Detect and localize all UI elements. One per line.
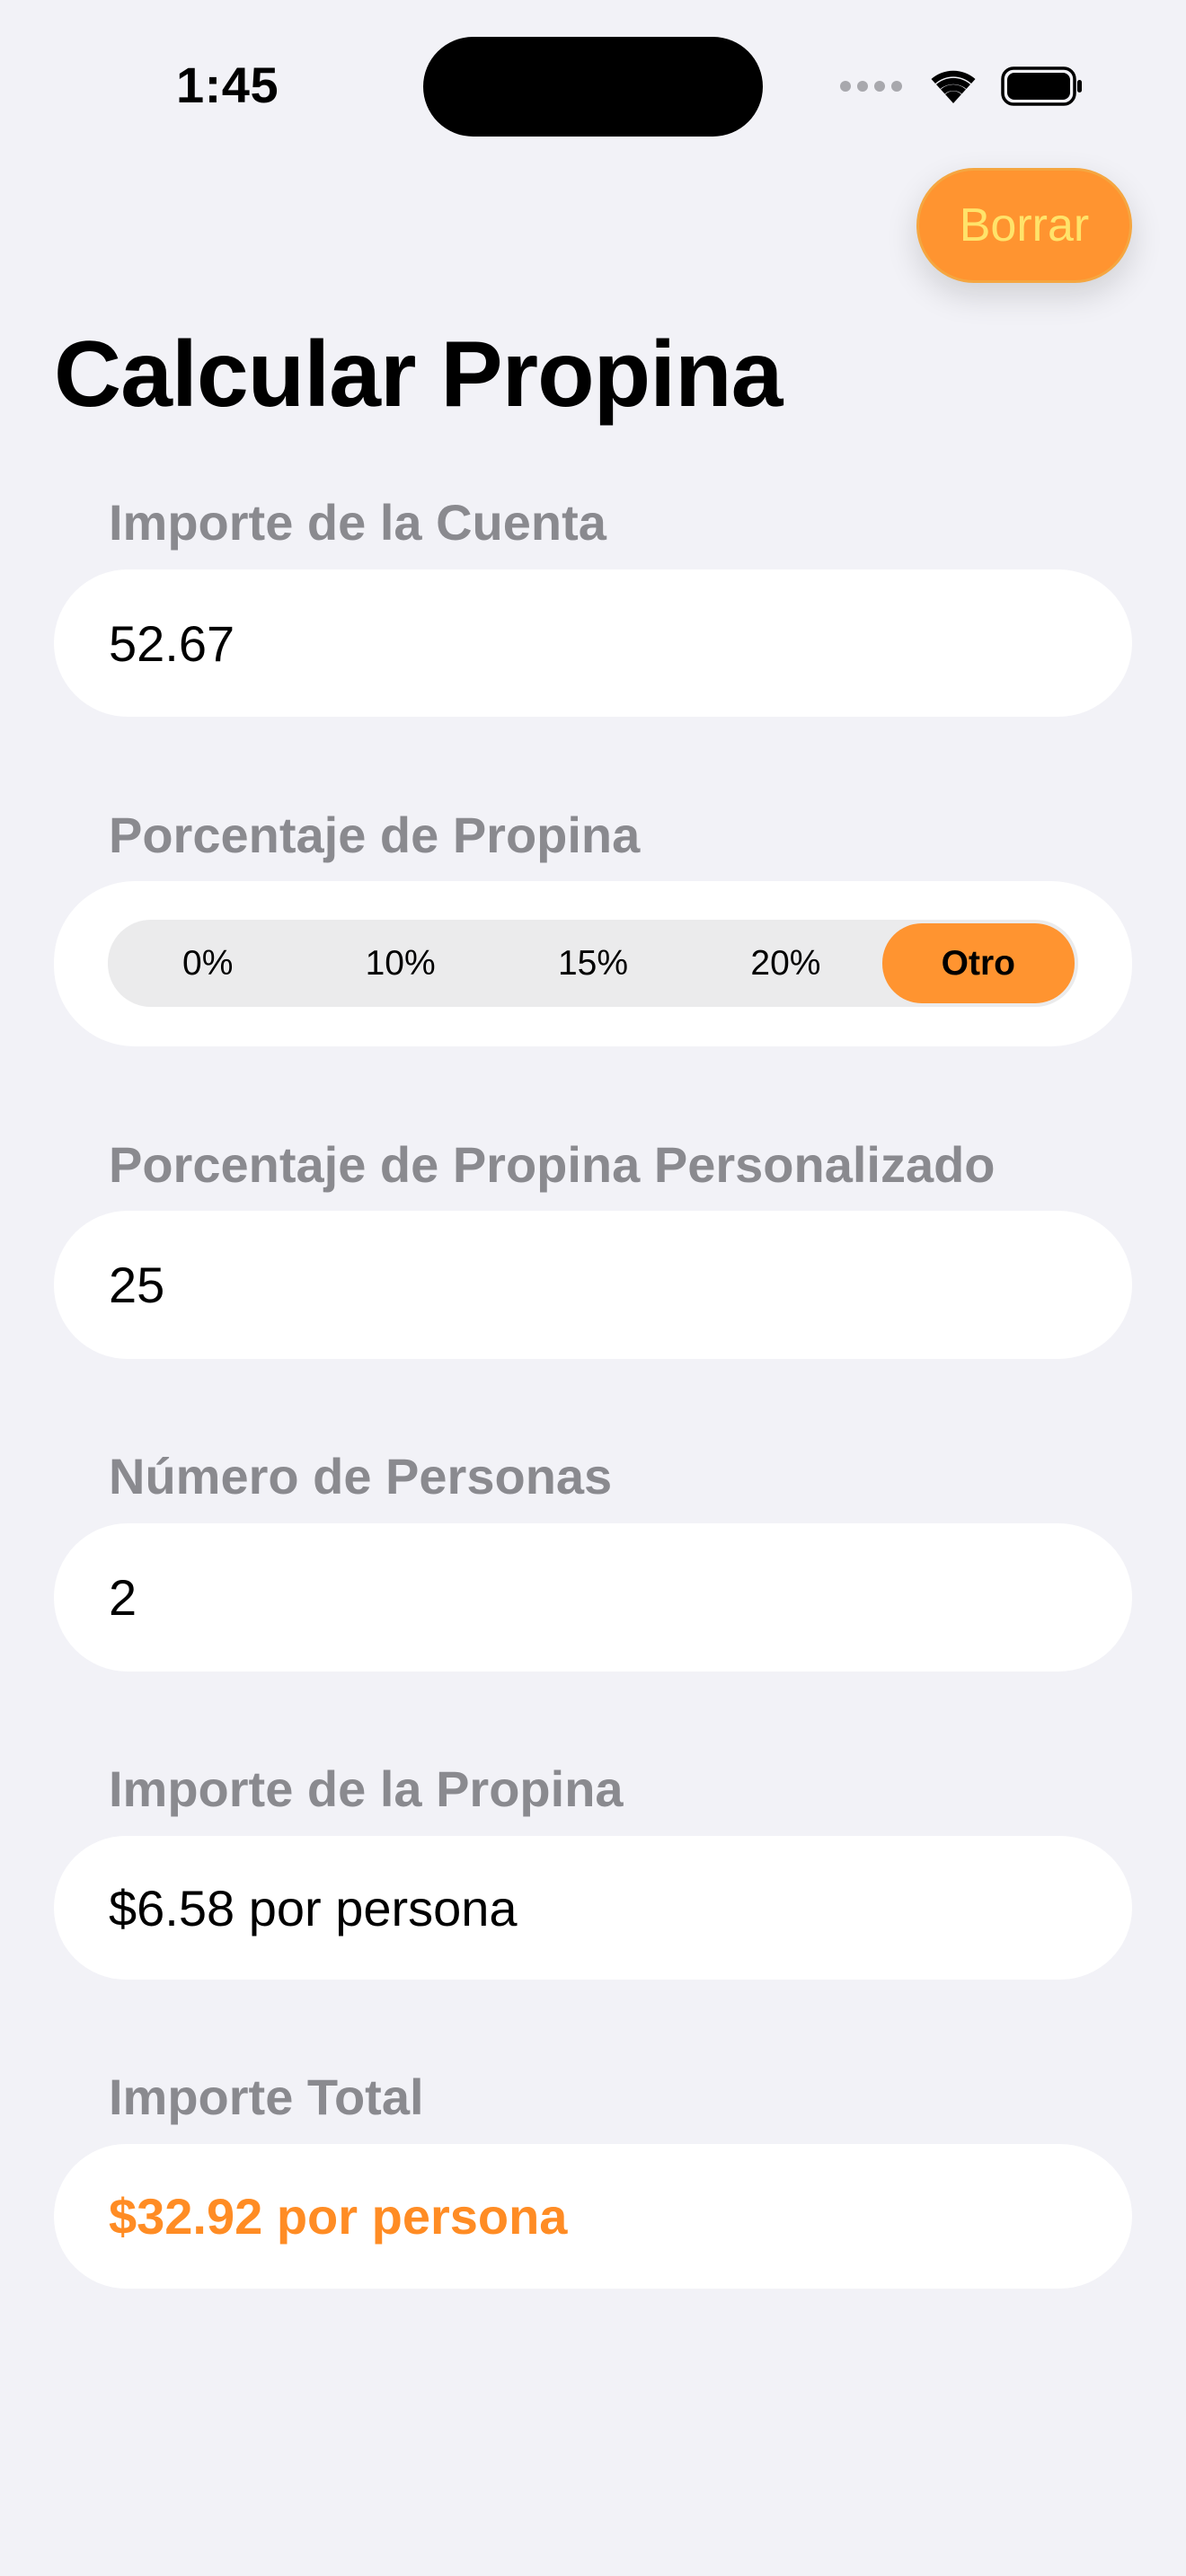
segment-15-percent[interactable]: 15%	[497, 923, 689, 1003]
status-time: 1:45	[176, 57, 279, 113]
custom-tip-input[interactable]	[109, 1211, 1132, 1359]
dynamic-island	[423, 37, 763, 137]
wifi-icon	[931, 70, 976, 103]
people-count-field[interactable]	[54, 1523, 1132, 1672]
tip-percentage-card: 0% 10% 15% 20% Otro	[54, 881, 1132, 1046]
tip-percentage-label: Porcentaje de Propina	[109, 807, 641, 863]
tip-calculator-screen: 1:45 Borrar Calcular Propina Importe de …	[0, 0, 1186, 2576]
tip-percentage-segmented-control: 0% 10% 15% 20% Otro	[108, 920, 1078, 1007]
bill-amount-input[interactable]	[109, 569, 1132, 717]
status-icons	[840, 66, 1084, 106]
cellular-signal-icon	[840, 81, 902, 92]
total-amount-value: $32.92 por persona	[109, 2188, 568, 2245]
segment-10-percent[interactable]: 10%	[304, 923, 496, 1003]
custom-tip-field[interactable]	[54, 1211, 1132, 1359]
custom-tip-label: Porcentaje de Propina Personalizado	[109, 1136, 996, 1193]
page-title: Calcular Propina	[54, 322, 783, 427]
total-amount-label: Importe Total	[109, 2069, 424, 2125]
battery-icon	[1001, 66, 1082, 106]
clear-button[interactable]: Borrar	[916, 168, 1132, 283]
segment-0-percent[interactable]: 0%	[111, 923, 304, 1003]
tip-amount-field: $6.58 por persona	[54, 1836, 1132, 1980]
bill-amount-label: Importe de la Cuenta	[109, 494, 606, 551]
people-count-label: Número de Personas	[109, 1448, 613, 1504]
people-count-input[interactable]	[109, 1523, 1132, 1672]
tip-amount-label: Importe de la Propina	[109, 1760, 624, 1817]
total-amount-field: $32.92 por persona	[54, 2144, 1132, 2289]
bill-amount-field[interactable]	[54, 569, 1132, 717]
segment-other[interactable]: Otro	[881, 923, 1075, 1003]
tip-amount-value: $6.58 por persona	[109, 1879, 518, 1936]
segment-20-percent[interactable]: 20%	[689, 923, 881, 1003]
